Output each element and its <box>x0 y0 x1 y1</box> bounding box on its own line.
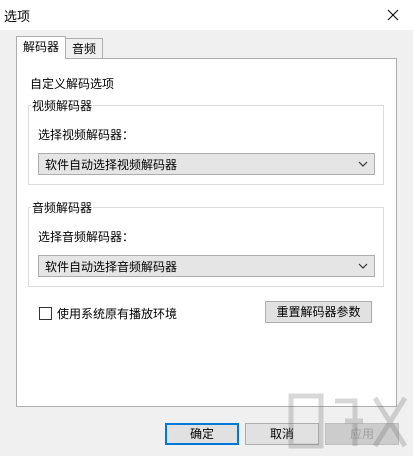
video-decoder-group: 视频解码器 选择视频解码器： 软件自动选择视频解码器 <box>28 97 384 185</box>
window-title: 选项 <box>4 10 31 25</box>
close-button[interactable] <box>373 0 413 30</box>
audio-decoder-select[interactable]: 软件自动选择音频解码器 <box>38 255 375 277</box>
video-group-legend: 视频解码器 <box>31 97 94 114</box>
use-system-env-checkbox[interactable] <box>39 307 52 320</box>
audio-decoder-group: 音频解码器 选择音频解码器： 软件自动选择音频解码器 <box>28 199 384 287</box>
video-decoder-select[interactable]: 软件自动选择视频解码器 <box>38 153 375 175</box>
use-system-env-row[interactable]: 使用系统原有播放环境 <box>39 305 177 322</box>
audio-decoder-value: 软件自动选择音频解码器 <box>45 259 178 274</box>
tab-decoder[interactable]: 解码器 <box>16 36 66 59</box>
chevron-down-icon <box>358 161 368 167</box>
video-decoder-value: 软件自动选择视频解码器 <box>45 157 178 172</box>
close-icon <box>387 9 399 21</box>
audio-group-legend: 音频解码器 <box>31 199 94 216</box>
watermark-logo <box>288 393 408 449</box>
section-title: 自定义解码选项 <box>30 77 115 91</box>
ok-button[interactable]: 确定 <box>165 423 239 445</box>
tab-audio[interactable]: 音频 <box>65 38 103 58</box>
title-bar: 选项 <box>0 0 413 30</box>
options-panel: 自定义解码选项 视频解码器 选择视频解码器： 软件自动选择视频解码器 音频解码器… <box>16 58 397 407</box>
chevron-down-icon <box>358 263 368 269</box>
use-system-env-label: 使用系统原有播放环境 <box>57 307 178 321</box>
reset-decoder-button[interactable]: 重置解码器参数 <box>265 301 372 323</box>
audio-decoder-label: 选择音频解码器： <box>38 230 135 244</box>
video-decoder-label: 选择视频解码器： <box>38 128 135 142</box>
